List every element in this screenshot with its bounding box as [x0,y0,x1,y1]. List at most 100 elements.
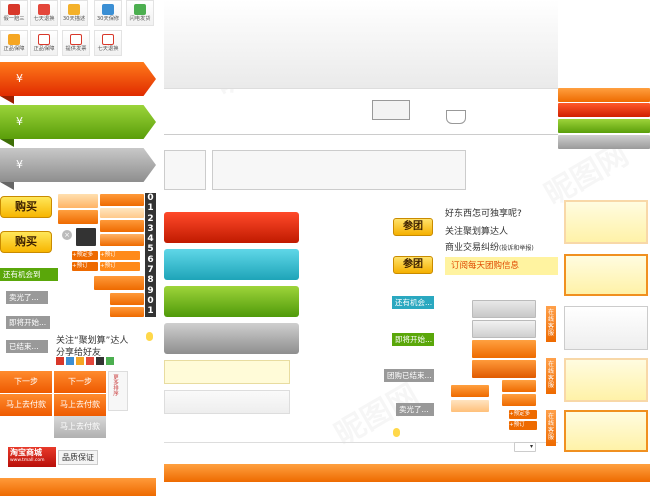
ground-line [164,134,558,135]
check-icon [8,34,20,45]
price-notch [0,139,14,147]
price-arrow-gray: ¥ [0,148,156,182]
badge-30-day-describe: 30天描述 [60,0,88,26]
invoice-icon [70,34,82,45]
side-tab-service[interactable]: 在线客服 [546,306,556,342]
quality-guarantee-badge: 品质保证 [58,450,98,465]
seven-icon [38,4,50,15]
status-sold-out: 卖光了... [6,291,48,304]
tag[interactable]: +预定多 [72,251,98,260]
price-notch [0,182,14,190]
seven-icon [102,34,114,45]
share-icon-4[interactable] [86,357,94,365]
share-icon-3[interactable] [76,357,84,365]
next-step-button[interactable]: 下一步 [54,371,106,393]
mini-bar [100,194,144,206]
tag[interactable]: +预订 [100,251,140,260]
document-icon [38,34,50,45]
buy-button[interactable]: 购买 [0,196,52,218]
next-step-button[interactable]: 下一步 [0,371,52,393]
bar-gray-right [558,135,650,149]
badge-fast-ship: 闪电发货 [126,0,154,26]
status-ended: 已结束... [6,340,48,353]
share-icon-2[interactable] [66,357,74,365]
tmall-logo[interactable]: 淘宝商城 www.tmall.com [8,447,56,467]
dropdown-select[interactable]: ▾ [514,442,536,452]
price-notch [0,96,14,104]
bar-gray [164,323,299,354]
bar-teal [164,249,299,280]
lightning-icon [134,4,146,15]
yellow-panel [564,358,648,402]
close-icon[interactable]: × [62,230,72,240]
orange-button[interactable] [472,340,536,358]
orange-small[interactable] [451,385,489,397]
bar-green [164,286,299,317]
lightbulb-icon [146,332,153,341]
share-icon-1[interactable] [56,357,64,365]
mini-bar [94,276,144,290]
footer-divider [164,442,558,443]
orange-small[interactable] [502,394,536,406]
orange-small[interactable] [451,400,489,412]
subscribe-box[interactable]: 订阅每天团购信息 [445,257,558,275]
coffee-cup-icon [446,110,466,124]
lightbulb-icon [393,428,400,437]
bottom-bar-center [164,464,650,482]
mini-bar [100,208,144,218]
tag[interactable]: +预订 [100,262,140,271]
sign-post-icon [372,100,410,120]
join-group-button[interactable]: 参团 [393,256,433,274]
orange-small[interactable] [502,380,536,392]
bar-red-right [558,103,650,117]
status-starting: 即将开始... [6,316,50,329]
yellow-panel-active [564,410,648,452]
side-tab-service[interactable]: 在线客服 [546,358,556,394]
orange-button[interactable] [472,360,536,378]
bottom-bar-left [0,478,156,496]
text-input-small[interactable] [164,150,206,190]
share-icon-5[interactable] [96,357,104,365]
badge-genuine: 正品保障 [0,30,28,56]
join-group-button[interactable]: 参团 [393,218,433,236]
status-ended: 团购已结束... [384,369,434,382]
tag[interactable]: +预订 [509,421,537,430]
badge-seven-day: 七天退换 [94,30,122,56]
bar-orange-right [558,88,650,102]
follow-text: 关注聚划算达人 [445,227,509,237]
mini-bar [100,220,144,232]
tag[interactable]: +预定多 [509,410,537,419]
yellow-panel-active [564,254,648,296]
badge-fake-compensate: 假一赔三 [0,0,28,26]
text-input-large[interactable] [212,150,466,190]
badge-invoice: 提供发票 [62,30,90,56]
gray-button[interactable] [472,320,536,338]
mini-bar [58,194,98,208]
price-arrow-green: ¥ [0,105,156,139]
medal-icon [68,4,80,15]
gray-button[interactable] [472,300,536,318]
yellow-panel [564,200,648,244]
badge-seven-day-return: 七天退换 [30,0,58,26]
sort-tab[interactable]: 更多排序 [108,371,128,411]
notice-box-gray [164,390,290,414]
bar-green-right [558,119,650,133]
side-tab-service[interactable]: 在线客服 [546,410,556,446]
header-divider [164,88,558,89]
mini-bar [100,234,144,246]
gray-panel [564,306,648,350]
header-panel [164,0,558,88]
buy-button[interactable]: 购买 [0,231,52,253]
pay-now-button[interactable]: 马上去付款 [0,394,52,416]
tag[interactable]: +预订 [72,262,98,271]
status-starting: 即将开始... [392,333,434,346]
share-question: 好东西怎可独享呢? [445,209,522,219]
pay-now-button[interactable]: 马上去付款 [54,394,106,416]
pay-now-button-disabled[interactable]: 马上去付款 [54,416,106,438]
price-arrow-red: ¥ [0,62,156,96]
mini-bar [110,293,144,305]
notice-box-yellow [164,360,290,384]
shield-icon [102,4,114,15]
bar-red [164,212,299,243]
share-icon-6[interactable] [106,357,114,365]
